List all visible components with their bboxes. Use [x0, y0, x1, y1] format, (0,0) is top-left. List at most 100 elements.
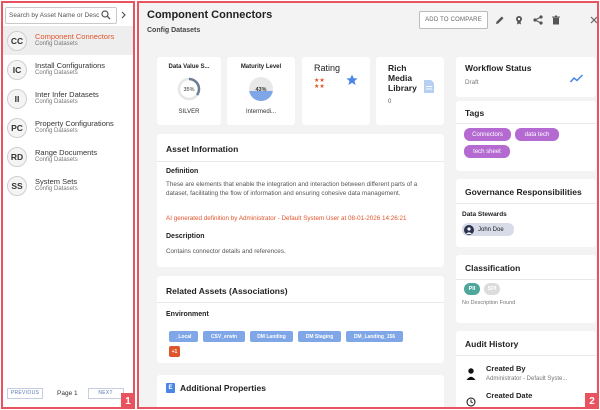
audit-history-card: Audit History Created By Administrator -…: [456, 331, 596, 407]
ai-generated-note: AI generated definition by Administrator…: [166, 215, 407, 222]
list-item[interactable]: IC Install Configurations Config Datasets: [3, 55, 133, 84]
star-icon[interactable]: [346, 73, 358, 91]
data-value-label: SILVER: [178, 109, 200, 115]
classification-card: Classification PII SPI No Description Fo…: [456, 255, 596, 323]
list-item[interactable]: SS System Sets Config Datasets: [3, 171, 133, 200]
pencil-icon[interactable]: [494, 14, 506, 26]
asset-detail-panel: Component Connectors Config Datasets ADD…: [137, 1, 599, 409]
avatar: RD: [7, 146, 27, 167]
data-value-percent: 35%: [183, 87, 194, 93]
document-icon: [424, 80, 434, 98]
section-title: Audit History: [465, 339, 519, 349]
list-item[interactable]: CC Component Connectors Config Datasets: [3, 26, 133, 55]
audit-entry-value: Administrator - Default Syste...: [486, 376, 568, 382]
tag-chip[interactable]: tech sheet: [464, 145, 510, 158]
audit-entry-label: Created Date: [486, 391, 533, 400]
svg-text:★★: ★★: [314, 83, 325, 90]
related-assets-card: Related Assets (Associations) Environmen…: [157, 276, 444, 363]
avatar: CC: [7, 30, 27, 51]
asset-name: Component Connectors: [35, 32, 115, 42]
chevron-right-icon[interactable]: [117, 7, 131, 24]
divider: [456, 355, 596, 356]
definition-label: Definition: [166, 168, 199, 175]
classification-pill[interactable]: PII: [464, 283, 480, 295]
workflow-status-value: Draft: [465, 79, 479, 86]
data-value-ring: 35%: [177, 77, 201, 101]
next-page-button[interactable]: NEXT: [87, 387, 124, 399]
person-icon: [466, 367, 476, 385]
more-chips-button[interactable]: +1: [169, 346, 180, 357]
section-title: Additional Properties: [180, 383, 266, 393]
steward-chip[interactable]: John Doe: [462, 223, 514, 236]
divider: [456, 123, 596, 124]
maturity-label: Intermedi...: [245, 109, 276, 115]
list-item[interactable]: RD Range Documents Config Datasets: [3, 142, 133, 171]
trash-icon[interactable]: [550, 14, 562, 26]
rating-card[interactable]: Rating ★★ ★★: [302, 57, 370, 125]
trend-icon: [569, 70, 584, 88]
add-to-compare-button[interactable]: ADD TO COMPARE: [419, 11, 488, 29]
list-item[interactable]: PC Property Configurations Config Dataset…: [3, 113, 133, 142]
previous-page-button[interactable]: PREVIOUS: [7, 387, 43, 399]
data-stewards-label: Data Stewards: [462, 211, 507, 218]
asset-category: Config Datasets: [35, 186, 78, 193]
avatar: SS: [7, 175, 27, 196]
audit-entry-label: Created By: [486, 364, 526, 373]
rating-title: Rating: [314, 63, 341, 73]
description-label: Description: [166, 233, 205, 240]
user-icon: [464, 224, 474, 235]
rich-media-title: Rich Media Library: [388, 63, 417, 94]
asset-name: System Sets: [35, 177, 78, 187]
environment-chip[interactable]: CSV_erwin: [203, 331, 245, 342]
share-icon[interactable]: [532, 14, 544, 26]
classification-empty-text: No Description Found: [462, 300, 516, 306]
divider: [157, 161, 444, 162]
avatar: II: [7, 88, 27, 109]
search-box[interactable]: [5, 6, 117, 24]
asset-list: CC Component Connectors Config Datasets I…: [3, 26, 133, 200]
asset-category: Config Datasets: [35, 70, 78, 77]
environment-chip[interactable]: DM_Landing_156: [346, 331, 403, 342]
section-title: Workflow Status: [465, 63, 532, 73]
asset-list-panel: CC Component ConnectorsConfig Datasets I…: [1, 1, 135, 409]
environment-chip[interactable]: DM Landing: [250, 331, 293, 342]
metric-title: Maturity Level: [240, 64, 282, 70]
rating-stars-icon: ★★ ★★: [314, 77, 325, 90]
asset-name: Property Configurations: [35, 119, 114, 129]
environment-chip[interactable]: _Local: [169, 331, 198, 342]
asset-name: Install Configurations: [35, 61, 106, 71]
list-item[interactable]: II Inter Infer Datasets Config Datasets: [3, 84, 133, 113]
tag-chip[interactable]: data tech: [515, 128, 559, 141]
asset-category: Config Datasets: [35, 99, 78, 106]
page-subtitle: Config Datasets: [147, 27, 201, 34]
section-title: Asset Information: [166, 144, 239, 154]
governance-card: Governance Responsibilities Data Steward…: [456, 179, 596, 247]
asset-name: Inter Infer Datasets: [35, 90, 99, 100]
divider: [456, 203, 596, 204]
close-icon[interactable]: [588, 14, 597, 26]
avatar: PC: [7, 117, 27, 138]
additional-properties-card[interactable]: E Additional Properties: [157, 375, 444, 407]
section-title: Tags: [465, 108, 485, 118]
clock-icon: [466, 394, 476, 407]
definition-text: These are elements that enable the integ…: [166, 181, 418, 197]
workflow-status-card[interactable]: Workflow Status Draft: [456, 57, 596, 97]
maturity-gauge: 43%: [249, 77, 273, 101]
classification-pill[interactable]: SPI: [484, 283, 500, 295]
rich-media-card[interactable]: Rich Media Library 0: [376, 57, 444, 125]
search-icon[interactable]: [99, 8, 113, 22]
description-text: Contains connector details and reference…: [166, 248, 286, 255]
page-indicator: Page 1: [57, 389, 78, 397]
panel-number-badge: 2: [585, 393, 597, 407]
search-input[interactable]: [9, 11, 99, 19]
badge-icon[interactable]: [513, 14, 525, 26]
maturity-level-card[interactable]: Maturity Level 43% Intermedi...: [227, 57, 295, 125]
tag-chip[interactable]: Connectors: [464, 128, 511, 141]
divider: [157, 302, 444, 303]
data-value-card[interactable]: Data Value S... 35% SILVER: [157, 57, 221, 125]
environment-chip[interactable]: DM Staging: [298, 331, 341, 342]
steward-name: John Doe: [478, 226, 504, 233]
asset-category: Config Datasets: [35, 157, 78, 164]
section-title: Related Assets (Associations): [166, 286, 288, 296]
tags-card: Tags Connectors data tech tech sheet: [456, 101, 596, 171]
